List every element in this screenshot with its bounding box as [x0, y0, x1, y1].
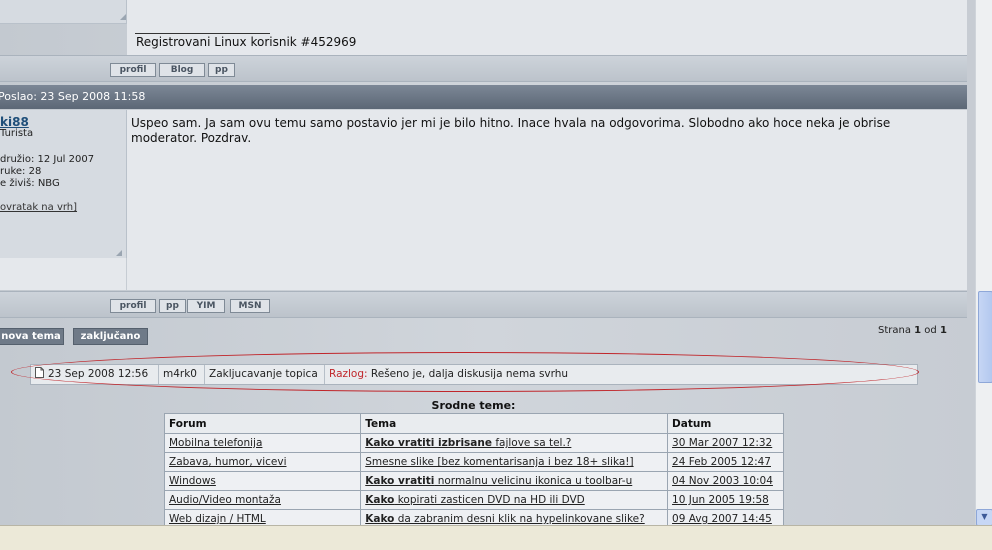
forum-link[interactable]: Audio/Video montaža	[169, 494, 281, 506]
pm-button[interactable]: pp	[159, 299, 186, 313]
yim-button[interactable]: YIM	[187, 299, 225, 313]
forum-link[interactable]: Web dizajn / HTML	[169, 513, 266, 525]
topic-keywords: Kako	[365, 513, 395, 525]
related-topics-title: Srodne teme:	[431, 399, 516, 412]
topic-keywords: Kako	[365, 494, 395, 506]
topic-link[interactable]: Kako vratiti normalnu velicinu ikonica u…	[365, 475, 632, 487]
scroll-down-arrow-icon[interactable]: ▼	[976, 509, 992, 526]
topic-link[interactable]: Kako kopirati zasticen DVD na HD ili DVD	[365, 494, 585, 506]
table-row: Audio/Video montaža Kako kopirati zastic…	[163, 490, 784, 510]
back-to-top-link[interactable]: ovratak na vrh]	[0, 202, 77, 213]
pagination: Strana 1 od 1	[878, 325, 947, 336]
related-header-row: Forum Tema Datum	[163, 413, 784, 434]
profile-button[interactable]: profil	[110, 63, 156, 77]
topic-rest: fajlove sa tel.?	[491, 437, 572, 449]
locked-button[interactable]: zaključano	[73, 328, 148, 345]
post1-button-bar: profil Blog pp	[0, 55, 967, 82]
pagination-total: 1	[939, 325, 947, 336]
related-topics-table: Forum Tema Datum Mobilna telefonija Kako…	[163, 413, 784, 529]
scrollbar-thumb[interactable]	[978, 291, 992, 383]
table-row: Zabava, humor, vicevi Smesne slike [bez …	[163, 452, 784, 472]
topic-rest: normalnu velicinu ikonica u toolbar-u	[434, 475, 633, 487]
author-joined: družio: 12 Jul 2007	[0, 154, 95, 165]
profile-button[interactable]: profil	[110, 299, 156, 313]
post1-author-panel	[0, 0, 127, 24]
vertical-scrollbar[interactable]	[975, 0, 992, 525]
date-link[interactable]: 24 Feb 2005 12:47	[672, 456, 771, 468]
col-forum: Forum	[163, 413, 362, 434]
post2-message: Uspeo sam. Ja sam ovu temu samo postavio…	[131, 116, 891, 145]
pm-button[interactable]: pp	[208, 63, 235, 77]
new-topic-button[interactable]: nova tema	[0, 328, 64, 345]
topic-rest: kopirati zasticen DVD na HD ili DVD	[394, 494, 585, 506]
col-date: Datum	[667, 413, 784, 434]
topic-keywords: Kako vratiti	[365, 475, 435, 487]
post2-button-bar: profil pp YIM MSN	[0, 291, 967, 318]
date-link[interactable]: 30 Mar 2007 12:32	[672, 437, 772, 449]
table-row: Windows Kako vratiti normalnu velicinu i…	[163, 471, 784, 491]
post-author-username[interactable]: ki88	[0, 115, 29, 129]
post1-signature: Registrovani Linux korisnik #452969	[136, 35, 357, 49]
msn-button[interactable]: MSN	[230, 299, 270, 313]
date-link[interactable]: 09 Avg 2007 14:45	[672, 513, 772, 525]
col-topic: Tema	[360, 413, 669, 434]
browser-status-bar	[0, 525, 992, 550]
author-location: e živiš: NBG	[0, 178, 60, 189]
pagination-of: od	[921, 325, 940, 336]
signature-divider	[135, 33, 270, 34]
post2-author-panel-bottom	[0, 258, 126, 290]
topic-link[interactable]: Smesne slike [bez komentarisanja i bez 1…	[365, 456, 633, 468]
forum-link[interactable]: Zabava, humor, vicevi	[169, 456, 287, 468]
post-date: Poslao: 23 Sep 2008 11:58	[0, 90, 146, 103]
topic-link[interactable]: Kako da zabranim desni klik na hypelinko…	[365, 513, 644, 525]
table-row: Mobilna telefonija Kako vratiti izbrisan…	[163, 433, 784, 453]
date-link[interactable]: 04 Nov 2003 10:04	[672, 475, 773, 487]
blog-button[interactable]: Blog	[159, 63, 205, 77]
date-link[interactable]: 10 Jun 2005 19:58	[672, 494, 769, 506]
forum-link[interactable]: Mobilna telefonija	[169, 437, 262, 449]
topic-keywords: Kako vratiti izbrisane	[365, 437, 492, 449]
forum-link[interactable]: Windows	[169, 475, 216, 487]
post2-header: Poslao: 23 Sep 2008 11:58	[0, 85, 967, 109]
topic-rest: da zabranim desni klik na hypelinkovane …	[394, 513, 645, 525]
author-rank: Turista	[0, 128, 34, 139]
forum-page: Registrovani Linux korisnik #452969 prof…	[0, 0, 975, 549]
pagination-prefix: Strana	[878, 325, 915, 336]
panel-corner-icon	[120, 14, 126, 20]
topic-link[interactable]: Kako vratiti izbrisane fajlove sa tel.?	[365, 437, 571, 449]
highlight-ellipse-annotation	[11, 352, 919, 392]
panel-corner-icon	[116, 250, 122, 256]
author-posts: ruke: 28	[0, 166, 42, 177]
topic-rest: Smesne slike [bez komentarisanja i bez 1…	[365, 456, 634, 468]
